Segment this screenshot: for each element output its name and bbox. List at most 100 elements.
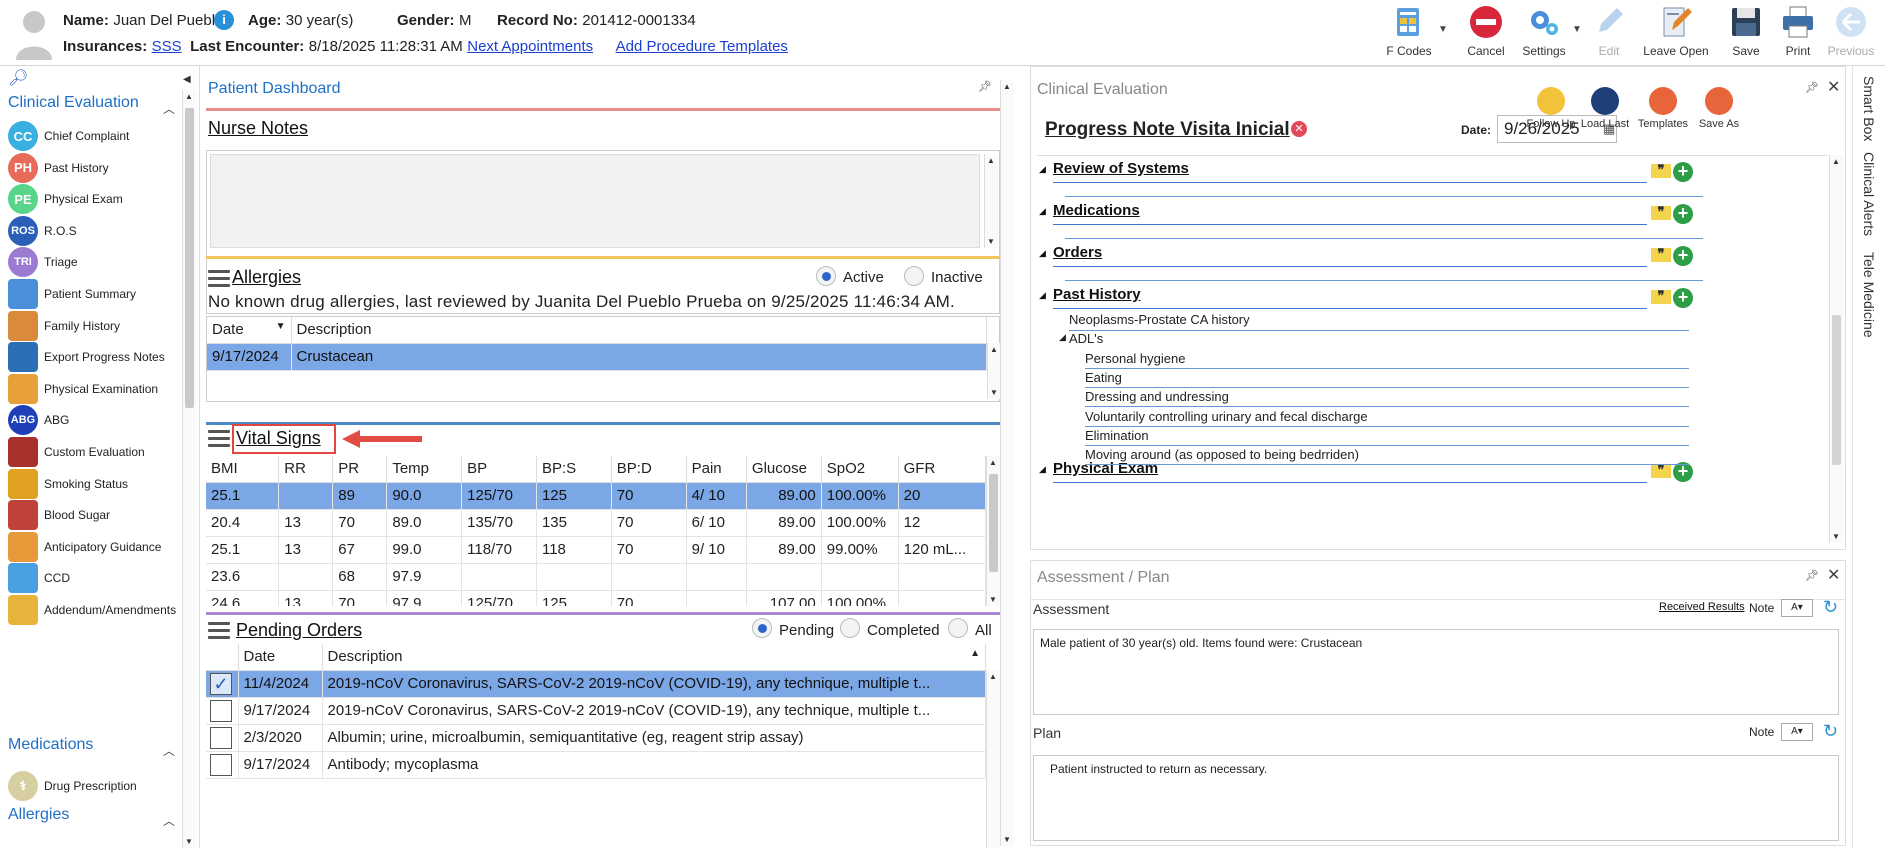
section-medications[interactable]: Medications [8,736,93,754]
add-icon[interactable]: + [1673,288,1693,308]
vitals-col-temp[interactable]: Temp [386,456,463,483]
pin-icon[interactable]: 📌︎ [1805,569,1819,582]
vitals-scroll-thumb[interactable] [989,474,998,572]
allergies-scrollbar[interactable]: ▲ ▼ [987,343,1001,399]
table-row[interactable]: 25.1 89 90.0 125/70 125 70 4/ 10 89.00 100.00% 20 [206,482,987,510]
scroll-down-icon[interactable]: ▼ [1832,532,1840,541]
order-checkbox[interactable] [210,726,232,749]
scroll-down-icon[interactable]: ▼ [185,837,193,846]
table-row[interactable]: 9/17/2024 2019-nCoV Coronavirus, SARS-CoV… [206,697,986,725]
nav-scrollbar[interactable]: ▲ ▼ [182,90,196,848]
scroll-up-icon[interactable]: ▲ [989,458,997,467]
nav-item-custom-evaluation[interactable]: Custom Evaluation [8,436,188,468]
nav-item-anticipatory-guidance[interactable]: Anticipatory Guidance [8,531,188,563]
tab-tele-medicine[interactable]: Tele Medicine [1861,252,1877,338]
quote-icon[interactable]: ❞ [1651,163,1671,178]
chevron-up-icon[interactable]: ︿ [163,742,175,759]
nav-item-family-history[interactable]: Family History [8,310,188,342]
table-row[interactable]: 25.1 13 67 99.0 118/70 118 70 9/ 10 89.00 99.00% 1… [206,536,987,564]
settings-button[interactable]: Settings [1514,4,1574,64]
order-checkbox[interactable] [210,699,232,722]
assessment-note-dropdown[interactable]: A▾ [1781,599,1813,617]
save-as-button[interactable]: Save As [1691,87,1747,130]
pin-icon[interactable]: 📌︎ [978,80,992,93]
allergies-col-date[interactable]: Date ▼ [207,317,292,344]
order-checkbox[interactable]: ✓ [210,672,232,695]
close-icon[interactable]: ✕ [1827,565,1840,585]
adl-item[interactable]: Elimination [1085,428,1149,443]
print-button[interactable]: Print [1776,4,1820,64]
past-history-item[interactable]: ADL's [1069,331,1103,346]
orders-menu-icon[interactable] [208,622,230,640]
allergies-col-description[interactable]: Description [291,317,987,344]
section-caret-icon[interactable]: ◢ [1039,206,1046,217]
dashboard-scrollbar[interactable]: ▲ ▼ [1000,80,1014,846]
inactive-radio[interactable] [904,266,924,286]
nav-item-blood-sugar[interactable]: Blood Sugar [8,499,188,531]
nav-item-chief-complaint[interactable]: CC Chief Complaint [8,120,188,152]
adl-item[interactable]: Moving around (as opposed to being bedrr… [1085,447,1359,462]
nav-item-abg[interactable]: ABG ABG [8,404,188,436]
chevron-up-icon[interactable]: ︿ [163,100,175,117]
nav-item-addendum-amendments[interactable]: Addendum/Amendments [8,594,188,626]
table-row[interactable]: ✓ 11/4/2024 2019-nCoV Coronavirus, SARS-Co… [206,670,986,698]
orders-col-date[interactable]: Date [238,644,323,671]
table-row[interactable]: 20.4 13 70 89.0 135/70 135 70 6/ 10 89.00 100.00%… [206,509,987,537]
table-row[interactable]: 9/17/2024 Antibody; mycoplasma [206,751,986,779]
vitals-col-glucose[interactable]: Glucose [746,456,822,483]
allergies-title[interactable]: Allergies [232,267,301,288]
plan-textarea[interactable]: Patient instructed to return as necessar… [1033,755,1839,841]
vitals-col-bp[interactable]: BP [461,456,537,483]
nav-item-ccd[interactable]: CCD [8,562,188,594]
info-icon[interactable]: i [214,10,234,30]
quote-icon[interactable]: ❞ [1651,463,1671,478]
add-icon[interactable]: + [1673,462,1693,482]
pending-radio[interactable] [752,618,772,638]
nurse-notes-textarea[interactable] [210,154,980,248]
vitals-menu-icon[interactable] [208,430,230,448]
allergies-menu-icon[interactable] [208,270,230,288]
sort-down-icon[interactable]: ▼ [276,321,286,332]
adl-item[interactable]: Voluntarily controlling urinary and feca… [1085,409,1368,424]
load-last-button[interactable]: Load Last [1577,87,1633,130]
section-caret-icon[interactable]: ◢ [1039,164,1046,175]
remove-note-icon[interactable]: ✕ [1291,121,1307,137]
tab-smart-box[interactable]: Smart Box [1861,76,1877,141]
scroll-up-icon[interactable]: ▲ [1832,157,1840,166]
fcodes-dropdown-icon[interactable]: ▼ [1438,24,1448,35]
vitals-col-rr[interactable]: RR [278,456,334,483]
add-icon[interactable]: + [1673,162,1693,182]
scroll-up-icon[interactable]: ▲ [1003,82,1011,91]
quote-icon[interactable]: ❞ [1651,289,1671,304]
received-results-link[interactable]: Received Results [1659,601,1745,613]
vitals-col-pain[interactable]: Pain [686,456,747,483]
section-caret-icon[interactable]: ◢ [1039,290,1046,301]
add-icon[interactable]: + [1673,204,1693,224]
leave-open-button[interactable]: Leave Open [1640,4,1712,64]
cancel-button[interactable]: Cancel [1458,4,1514,64]
all-radio[interactable] [948,618,968,638]
orders-col-description[interactable]: Description ▲ [322,644,986,671]
collapse-nav-icon[interactable]: ◀ [183,74,191,85]
previous-button[interactable]: Previous [1826,4,1876,64]
orders-scrollbar[interactable]: ▲ [986,670,1000,848]
vitals-col-bmi[interactable]: BMI [206,456,280,483]
pin-icon[interactable]: 📌︎ [1805,81,1819,94]
insurance-link[interactable]: SSS [152,38,182,55]
section-clinical-evaluation[interactable]: Clinical Evaluation [8,94,139,112]
vitals-col-bp-d[interactable]: BP:D [611,456,687,483]
nav-item-physical-exam[interactable]: PE Physical Exam [8,183,188,215]
adl-caret-icon[interactable]: ◢ [1059,332,1066,343]
section-orders[interactable]: Orders [1053,244,1102,261]
fcodes-button[interactable]: F Codes [1378,4,1440,64]
nav-scroll-thumb[interactable] [185,108,194,408]
search-icon[interactable]: 🔎︎ [8,68,28,88]
vitals-col-gfr[interactable]: GFR [898,456,987,483]
vitals-title[interactable]: Vital Signs [236,428,321,449]
quote-icon[interactable]: ❞ [1651,247,1671,262]
nav-item-export-progress-notes[interactable]: Export Progress Notes [8,341,188,373]
section-medications[interactable]: Medications [1053,202,1140,219]
order-checkbox[interactable] [210,753,232,776]
edit-button[interactable]: Edit [1588,4,1630,64]
scroll-down-icon[interactable]: ▼ [1003,835,1011,844]
